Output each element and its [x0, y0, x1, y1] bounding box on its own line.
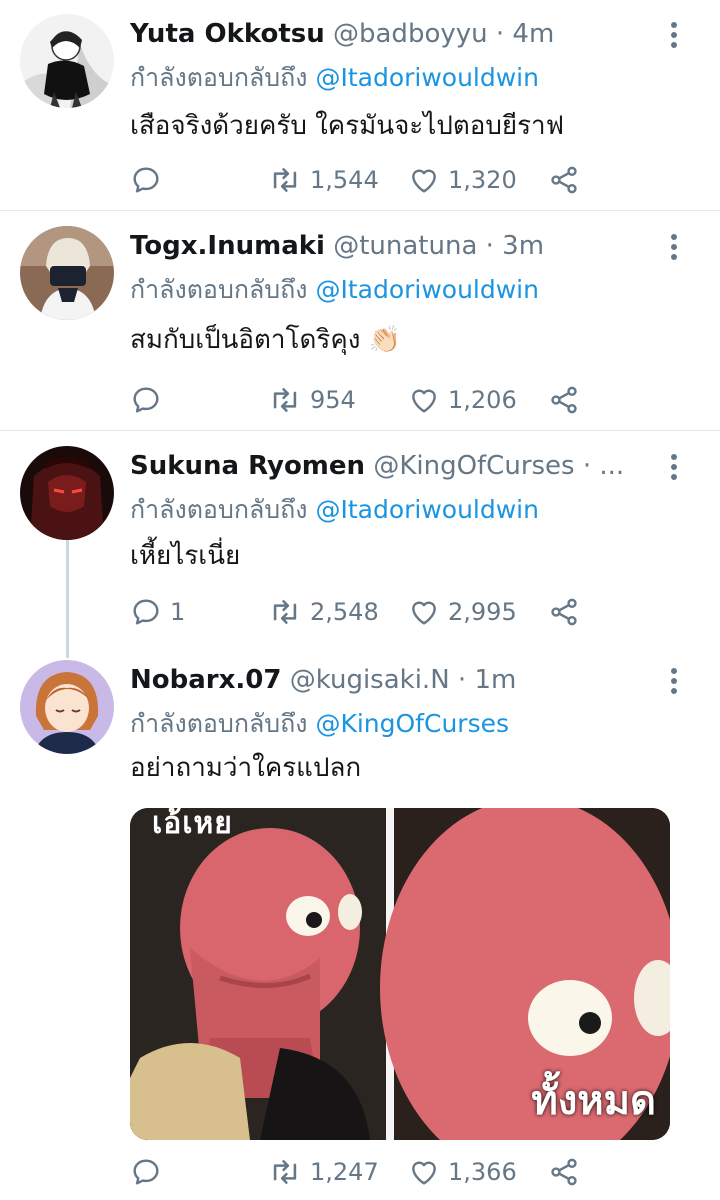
tweet[interactable]: Togx.Inumaki @tunatuna · 3m กำลังตอบกลับ… [0, 222, 720, 428]
mention-link[interactable]: @KingOfCurses [315, 709, 509, 738]
more-vertical-icon[interactable] [664, 234, 684, 264]
username[interactable]: @KingOfCurses [373, 451, 574, 481]
reply-button[interactable]: 1 [130, 592, 185, 632]
tweet-text: สมกับเป็นอิตาโดริคุง 👏🏻 [130, 320, 401, 360]
like-button[interactable]: 2,995 [408, 592, 517, 632]
avatar[interactable] [20, 226, 114, 320]
avatar[interactable] [20, 14, 114, 108]
avatar[interactable] [20, 446, 114, 540]
divider [0, 430, 720, 431]
reply-button[interactable] [130, 380, 162, 420]
replying-to-label: กำลังตอบกลับถึง [130, 275, 308, 304]
tweet-header: Togx.Inumaki @tunatuna · 3m [130, 226, 660, 266]
reply-icon [130, 1156, 162, 1188]
mention-link[interactable]: @Itadoriwouldwin [315, 275, 539, 304]
replying-to: กำลังตอบกลับถึง @Itadoriwouldwin [130, 272, 539, 308]
reply-icon [130, 164, 162, 196]
username[interactable]: @badboyyu [333, 19, 488, 49]
tweet-actions: 1,544 1,320 [130, 160, 600, 200]
divider [0, 210, 720, 211]
like-count: 1,320 [448, 166, 517, 194]
reply-icon [130, 384, 162, 416]
heart-icon [408, 384, 440, 416]
separator: · [495, 19, 505, 49]
replying-to: กำลังตอบกลับถึง @Itadoriwouldwin [130, 492, 539, 528]
retweet-icon [268, 163, 302, 197]
more-vertical-icon[interactable] [664, 668, 684, 698]
timestamp[interactable]: 3m [502, 231, 544, 261]
avatar[interactable] [20, 660, 114, 754]
share-icon [548, 596, 580, 628]
heart-icon [408, 596, 440, 628]
share-icon [548, 384, 580, 416]
share-icon [548, 164, 580, 196]
retweet-button[interactable]: 2,548 [268, 592, 379, 632]
heart-icon [408, 164, 440, 196]
meme-caption-bottom: ทั้งหมด [531, 1078, 656, 1124]
share-button[interactable] [548, 592, 580, 632]
reply-icon [130, 596, 162, 628]
heart-icon [408, 1156, 440, 1188]
retweet-icon [268, 595, 302, 629]
tweet-header: Nobarx.07 @kugisaki.N · 1m [130, 660, 660, 700]
separator: · ... [582, 451, 625, 481]
tweet-text: เหี้ยไรเนี่ย [130, 541, 241, 571]
mention-link[interactable]: @Itadoriwouldwin [315, 495, 539, 524]
reply-button[interactable] [130, 160, 162, 200]
reply-count: 1 [170, 598, 186, 626]
more-vertical-icon[interactable] [664, 22, 684, 52]
retweet-button[interactable]: 954 [268, 380, 356, 420]
retweet-count: 1,544 [310, 166, 379, 194]
separator: · [457, 665, 467, 695]
more-vertical-icon[interactable] [664, 454, 684, 484]
tweet-text: อย่าถามว่าใครแปลก [130, 753, 362, 783]
replying-to-label: กำลังตอบกลับถึง [130, 495, 308, 524]
share-button[interactable] [548, 380, 580, 420]
retweet-icon [268, 1155, 302, 1189]
like-button[interactable]: 1,320 [408, 160, 517, 200]
display-name[interactable]: Togx.Inumaki [130, 231, 325, 261]
display-name[interactable]: Nobarx.07 [130, 665, 281, 695]
tweet-text: เสือจริงด้วยครับ ใครมันจะไปตอบยีราฟ [130, 111, 565, 141]
tweet-actions: 1,247 1,366 [130, 1152, 600, 1192]
meme-caption-top: เอ้เหย [152, 808, 233, 841]
like-button[interactable]: 1,206 [408, 380, 517, 420]
mention-link[interactable]: @Itadoriwouldwin [315, 63, 539, 92]
timestamp[interactable]: 4m [512, 19, 554, 49]
tweet[interactable]: Sukuna Ryomen @KingOfCurses · ... กำลังต… [0, 442, 720, 638]
like-count: 1,366 [448, 1158, 517, 1186]
retweet-button[interactable]: 1,544 [268, 160, 379, 200]
share-icon [548, 1156, 580, 1188]
like-button[interactable]: 1,366 [408, 1152, 517, 1192]
tweet-header: Sukuna Ryomen @KingOfCurses · ... [130, 446, 660, 486]
retweet-count: 954 [310, 386, 356, 414]
retweet-button[interactable]: 1,247 [268, 1152, 379, 1192]
retweet-icon [268, 383, 302, 417]
clapping-emoji: 👏🏻 [368, 325, 402, 355]
username[interactable]: @tunatuna [333, 231, 477, 261]
retweet-count: 1,247 [310, 1158, 379, 1186]
tweet-media-image[interactable]: เอ้เหย ทั้งหมด [130, 808, 670, 1140]
reply-button[interactable] [130, 1152, 162, 1192]
replying-to-label: กำลังตอบกลับถึง [130, 63, 308, 92]
replying-to: กำลังตอบกลับถึง @KingOfCurses [130, 706, 509, 742]
replying-to-label: กำลังตอบกลับถึง [130, 709, 308, 738]
replying-to: กำลังตอบกลับถึง @Itadoriwouldwin [130, 60, 539, 96]
timestamp[interactable]: 1m [474, 665, 516, 695]
retweet-count: 2,548 [310, 598, 379, 626]
username[interactable]: @kugisaki.N [290, 665, 450, 695]
tweet-actions: 1 2,548 2,995 [130, 592, 600, 632]
separator: · [485, 231, 494, 261]
share-button[interactable] [548, 1152, 580, 1192]
tweet[interactable]: Yuta Okkotsu @badboyyu · 4m กำลังตอบกลับ… [0, 10, 720, 210]
display-name[interactable]: Yuta Okkotsu [130, 19, 325, 49]
tweet-header: Yuta Okkotsu @badboyyu · 4m [130, 14, 660, 54]
like-count: 2,995 [448, 598, 517, 626]
tweet[interactable]: Nobarx.07 @kugisaki.N · 1m กำลังตอบกลับถ… [0, 656, 720, 1200]
tweet-text-body: สมกับเป็นอิตาโดริคุง [130, 325, 361, 355]
display-name[interactable]: Sukuna Ryomen [130, 451, 365, 481]
tweet-actions: 954 1,206 [130, 380, 600, 420]
like-count: 1,206 [448, 386, 517, 414]
share-button[interactable] [548, 160, 580, 200]
